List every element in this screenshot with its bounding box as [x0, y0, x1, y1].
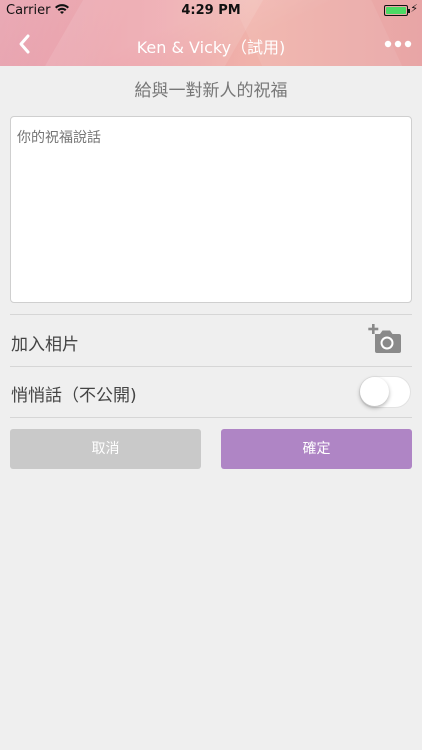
battery-icon — [384, 5, 410, 16]
divider — [10, 314, 412, 315]
add-photo-button[interactable] — [368, 324, 402, 354]
toggle-knob — [360, 377, 389, 406]
ellipsis-icon — [384, 40, 412, 48]
divider — [10, 417, 412, 418]
add-photo-camera-icon — [368, 324, 401, 353]
form-subtitle: 給與一對新人的祝福 — [134, 81, 288, 101]
private-message-toggle[interactable] — [359, 376, 411, 408]
header-banner: Carrier 4:29 PM ⚡ Ken & Vicky（試用) — [0, 0, 422, 66]
charging-icon: ⚡ — [410, 2, 418, 15]
add-photo-label: 加入相片 — [11, 335, 79, 355]
cancel-button[interactable]: 取消 — [10, 429, 201, 469]
divider — [10, 366, 412, 367]
clock: 4:29 PM — [181, 3, 241, 18]
more-button[interactable] — [384, 36, 412, 52]
blessing-message-input[interactable] — [10, 116, 412, 303]
navigation-bar: Ken & Vicky（試用) — [0, 22, 422, 66]
status-bar: Carrier 4:29 PM ⚡ — [0, 0, 422, 22]
confirm-button[interactable]: 確定 — [221, 429, 412, 469]
private-message-label: 悄悄話（不公開) — [11, 386, 137, 406]
page-title: Ken & Vicky（試用) — [136, 38, 286, 57]
